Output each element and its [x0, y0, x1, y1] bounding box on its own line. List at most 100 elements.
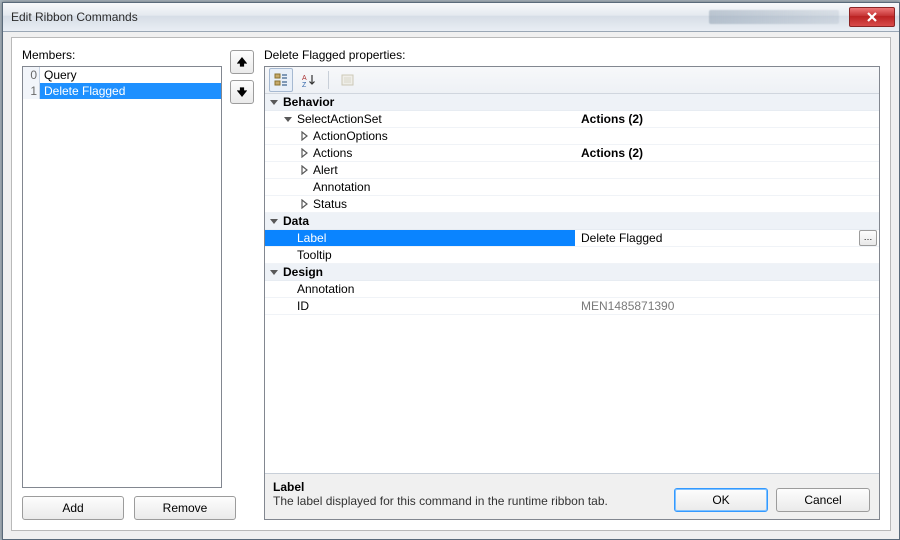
arrow-down-icon [237, 87, 247, 97]
alphabetical-view-button[interactable]: A Z [297, 68, 321, 92]
members-panel: Members: 0Query1Delete Flagged Add Remov… [22, 48, 222, 520]
property-name-cell: ActionOptions [265, 128, 575, 144]
members-label: Members: [22, 48, 222, 62]
property-name-cell: Annotation [265, 179, 575, 195]
property-name: Annotation [313, 180, 370, 194]
close-icon [867, 12, 877, 22]
property-row[interactable]: Status [265, 196, 879, 213]
property-row[interactable]: SelectActionSet Actions (2) [265, 111, 879, 128]
property-row[interactable]: Annotation [265, 281, 879, 298]
property-category-name: Data [283, 214, 309, 228]
expander-none [283, 233, 293, 243]
property-value: Actions (2) [581, 146, 643, 160]
expander-none [299, 182, 309, 192]
property-row[interactable]: Annotation [265, 179, 879, 196]
expander-open-icon[interactable] [269, 216, 279, 226]
property-name-cell: Annotation [265, 281, 575, 297]
property-name: SelectActionSet [297, 112, 382, 126]
property-value-cell[interactable]: Actions (2) [575, 145, 879, 161]
property-value-cell[interactable]: Actions (2) [575, 111, 879, 127]
property-name-cell: Tooltip [265, 247, 575, 263]
property-name: ID [297, 299, 309, 313]
move-down-button[interactable] [230, 80, 254, 104]
expander-open-icon[interactable] [283, 114, 293, 124]
property-row[interactable]: Actions Actions (2) [265, 145, 879, 162]
expander-closed-icon[interactable] [299, 165, 309, 175]
property-value-cell[interactable] [575, 128, 879, 144]
add-button[interactable]: Add [22, 496, 124, 520]
property-category-header[interactable]: Data [265, 213, 879, 230]
property-name: Annotation [297, 282, 354, 296]
property-value: MEN1485871390 [581, 299, 674, 313]
property-row[interactable]: Tooltip [265, 247, 879, 264]
list-item-name: Query [40, 67, 221, 83]
svg-text:A: A [302, 75, 307, 82]
property-value-cell[interactable] [575, 162, 879, 178]
property-value: Actions (2) [581, 112, 643, 126]
property-row[interactable]: Alert [265, 162, 879, 179]
window-title: Edit Ribbon Commands [11, 10, 709, 24]
property-category-name: Behavior [283, 95, 334, 109]
property-name: Tooltip [297, 248, 332, 262]
property-value-cell[interactable] [575, 281, 879, 297]
members-listbox[interactable]: 0Query1Delete Flagged [22, 66, 222, 488]
members-list-item[interactable]: 0Query [23, 67, 221, 83]
close-button[interactable] [849, 7, 895, 27]
client-area: Members: 0Query1Delete Flagged Add Remov… [11, 37, 891, 531]
remove-button[interactable]: Remove [134, 496, 236, 520]
expander-closed-icon[interactable] [299, 131, 309, 141]
move-up-button[interactable] [230, 50, 254, 74]
property-value: Delete Flagged [581, 231, 662, 245]
members-list-item[interactable]: 1Delete Flagged [23, 83, 221, 99]
title-bar[interactable]: Edit Ribbon Commands [3, 3, 899, 32]
property-name-cell: Label [265, 230, 575, 246]
arrow-up-icon [237, 57, 247, 67]
property-pages-icon [340, 72, 356, 88]
property-row[interactable]: ActionOptions [265, 128, 879, 145]
property-category-header[interactable]: Design [265, 264, 879, 281]
property-name: Label [297, 231, 326, 245]
properties-heading: Delete Flagged properties: [264, 48, 880, 62]
expander-open-icon[interactable] [269, 267, 279, 277]
property-value-cell[interactable]: Delete Flagged … [575, 230, 879, 246]
categorized-icon [273, 72, 289, 88]
cancel-button[interactable]: Cancel [776, 488, 870, 512]
property-name: ActionOptions [313, 129, 388, 143]
expander-none [283, 284, 293, 294]
property-row[interactable]: ID MEN1485871390 [265, 298, 879, 315]
property-name-cell: Status [265, 196, 575, 212]
ellipsis-button[interactable]: … [859, 230, 877, 246]
svg-text:Z: Z [302, 82, 307, 88]
ok-button[interactable]: OK [674, 488, 768, 512]
list-index: 1 [23, 83, 40, 99]
property-rows[interactable]: BehaviorSelectActionSetActions (2)Action… [265, 94, 879, 473]
expander-none [283, 301, 293, 311]
alphabetical-icon: A Z [301, 72, 317, 88]
property-name-cell: Actions [265, 145, 575, 161]
property-value-cell[interactable]: MEN1485871390 [575, 298, 879, 314]
expander-closed-icon[interactable] [299, 148, 309, 158]
expander-open-icon[interactable] [269, 97, 279, 107]
property-name: Alert [313, 163, 338, 177]
dialog-window: Edit Ribbon Commands Members: 0Query1Del… [2, 2, 900, 540]
categorized-view-button[interactable] [269, 68, 293, 92]
property-name: Actions [313, 146, 352, 160]
reorder-panel [230, 48, 256, 520]
expander-none [283, 250, 293, 260]
property-category-header[interactable]: Behavior [265, 94, 879, 111]
property-name-cell: ID [265, 298, 575, 314]
property-grid: A Z [264, 66, 880, 520]
expander-closed-icon[interactable] [299, 199, 309, 209]
property-category-name: Design [283, 265, 323, 279]
property-row[interactable]: Label Delete Flagged … [265, 230, 879, 247]
property-name-cell: SelectActionSet [265, 111, 575, 127]
propertygrid-toolbar: A Z [265, 67, 879, 94]
property-value-cell[interactable] [575, 196, 879, 212]
property-name-cell: Alert [265, 162, 575, 178]
property-pages-button[interactable] [336, 68, 360, 92]
list-item-name: Delete Flagged [40, 83, 221, 99]
list-index: 0 [23, 67, 40, 83]
property-value-cell[interactable] [575, 247, 879, 263]
titlebar-ghost-text [709, 10, 839, 24]
property-value-cell[interactable] [575, 179, 879, 195]
